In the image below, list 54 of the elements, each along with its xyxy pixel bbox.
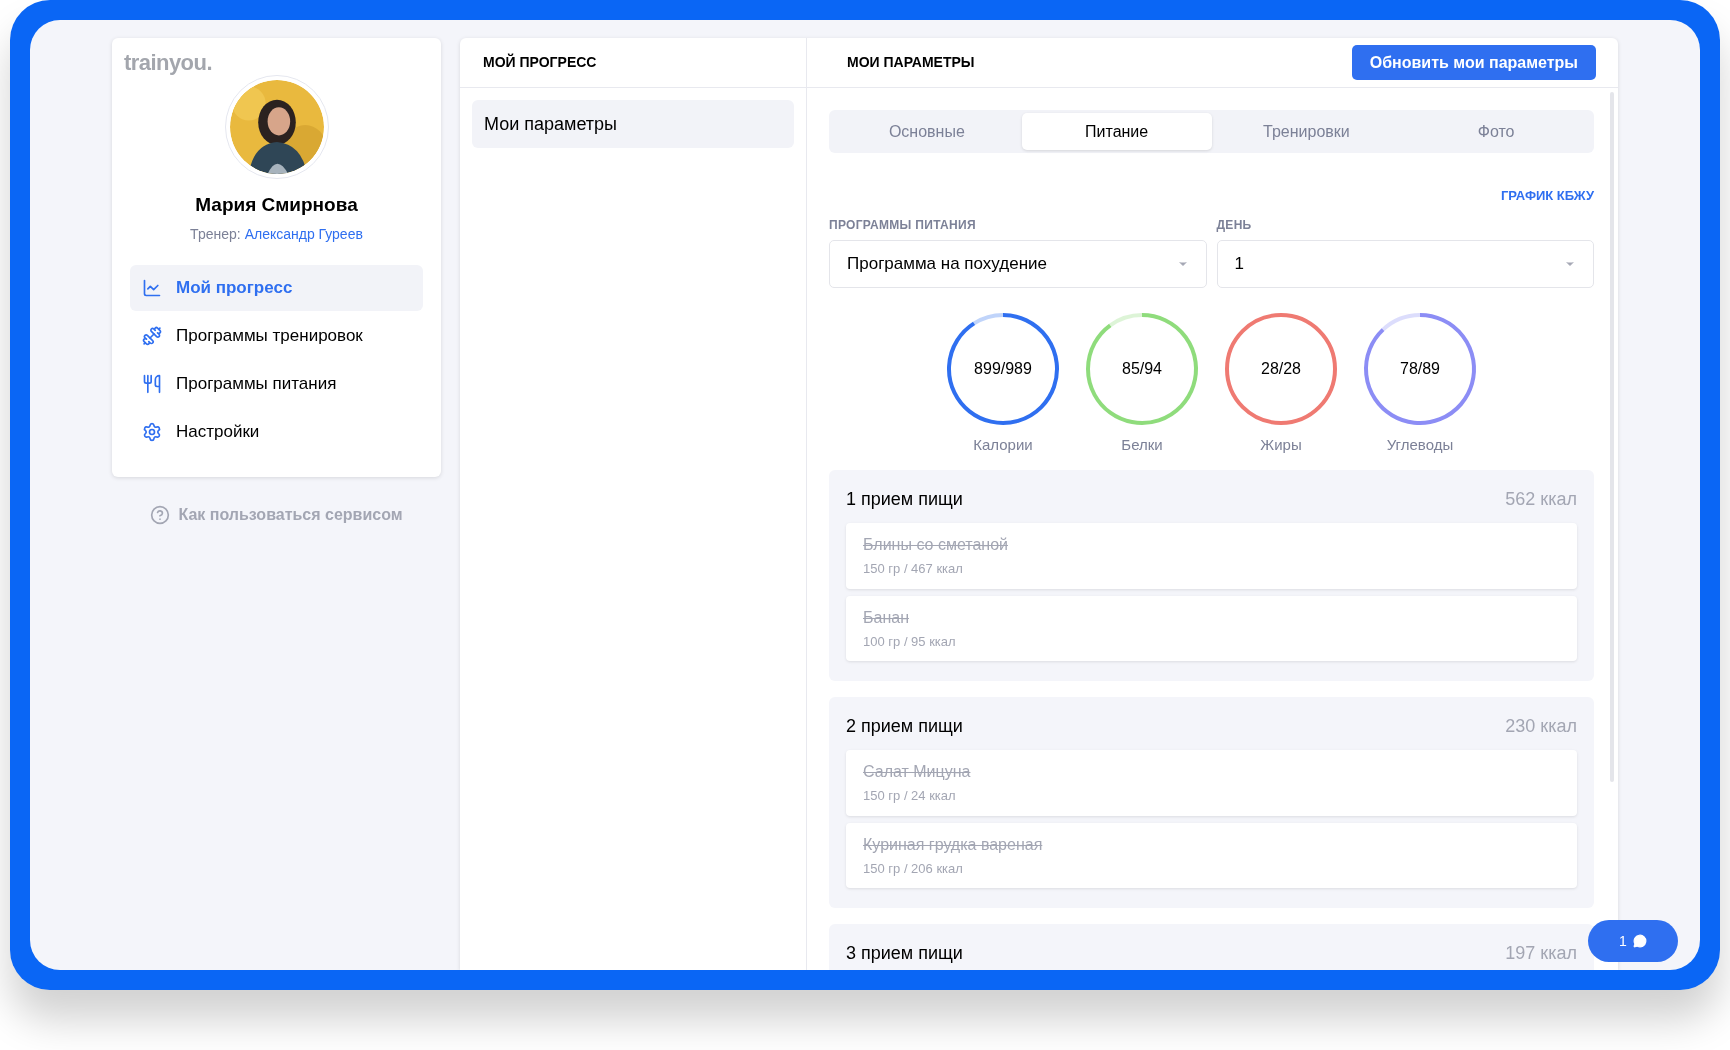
user-name: Мария Смирнова xyxy=(195,193,358,217)
meal-kcal: 230 ккал xyxy=(1505,715,1577,738)
select-field[interactable]: 1 xyxy=(1216,239,1594,288)
food-detail: 150 гр / 206 ккал xyxy=(863,859,964,878)
ring-label: Жиры xyxy=(1260,434,1302,455)
food-detail: 150 гр / 24 ккал xyxy=(863,787,957,805)
food-name: Банан xyxy=(863,607,910,628)
ring-value: 899/989 xyxy=(974,358,1032,379)
food-name: Куриная грудка вареная xyxy=(863,834,1044,855)
ring-label: Белки xyxy=(1121,434,1163,455)
panel-title: МОИ ПАРАМЕТРЫ xyxy=(847,53,975,72)
meal-title: 2 прием пищи xyxy=(846,715,963,738)
dumbbell-icon xyxy=(142,325,162,346)
select-field[interactable]: Программа на похудение xyxy=(829,239,1207,288)
food-name: Блины со сметаной xyxy=(863,535,1009,555)
tab[interactable]: Питание xyxy=(1021,113,1212,150)
field-label: ПРОГРАММЫ ПИТАНИЯ xyxy=(829,216,977,234)
list-item[interactable]: Мои параметры xyxy=(472,100,794,148)
help-icon xyxy=(150,504,171,525)
chart-icon xyxy=(142,277,162,298)
chart-link[interactable]: ГРАФИК КБЖУ xyxy=(1500,186,1594,206)
food-name: Салат Мицуна xyxy=(863,762,972,782)
chat-button[interactable]: 1 xyxy=(1588,920,1678,962)
chat-icon xyxy=(1632,934,1647,948)
tab[interactable]: Основные xyxy=(832,113,1022,150)
ring-label: Калории xyxy=(973,434,1033,455)
update-button[interactable]: Обновить мои параметры xyxy=(1351,45,1596,80)
nav-item[interactable]: Мой прогресс xyxy=(130,264,423,311)
meal-title: 3 прием пищи xyxy=(846,942,963,965)
tab[interactable]: Фото xyxy=(1401,113,1591,150)
nav-item[interactable]: Программы питания xyxy=(130,360,423,407)
meal-kcal: 197 ккал xyxy=(1505,942,1577,965)
panel-title: МОЙ ПРОГРЕСС xyxy=(483,52,597,72)
meal-title: 1 прием пищи xyxy=(846,488,963,511)
logo: trainyou. xyxy=(124,50,212,75)
trainer-label: Тренер: xyxy=(190,224,241,244)
nav-item[interactable]: Программы тренировок xyxy=(130,312,423,359)
food-item[interactable]: Банан 100 гр / 95 ккал xyxy=(846,595,1577,661)
trainer-link[interactable]: Александр Гуреев xyxy=(244,223,363,245)
nav-item[interactable]: Настройки xyxy=(130,408,423,455)
meal-kcal: 562 ккал xyxy=(1505,488,1577,511)
field-label: ДЕНЬ xyxy=(1216,216,1253,234)
food-item[interactable]: Куриная грудка вареная 150 гр / 206 ккал xyxy=(846,822,1577,888)
food-detail: 100 гр / 95 ккал xyxy=(863,632,957,651)
food-item[interactable]: Блины со сметаной 150 гр / 467 ккал xyxy=(846,523,1577,589)
ring-label: Углеводы xyxy=(1386,434,1454,455)
food-item[interactable]: Салат Мицуна 150 гр / 24 ккал xyxy=(846,750,1577,816)
tab[interactable]: Тренировки xyxy=(1211,113,1402,150)
ring-value: 78/89 xyxy=(1400,358,1440,379)
ring-value: 85/94 xyxy=(1122,358,1162,379)
settings-icon xyxy=(142,421,162,442)
utensils-icon xyxy=(142,373,162,394)
food-detail: 150 гр / 467 ккал xyxy=(863,560,964,578)
ring-value: 28/28 xyxy=(1261,358,1301,379)
